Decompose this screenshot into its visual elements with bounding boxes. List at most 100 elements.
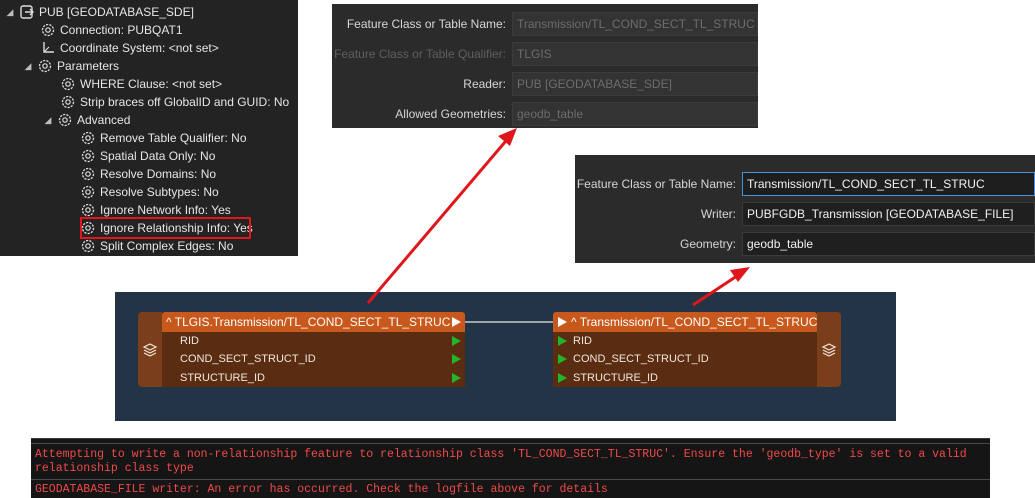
workspace-canvas[interactable]: ^ TLGIS.Transmission/TL_COND_SECT_TL_STR… (115, 292, 896, 421)
allowed-geometries-field[interactable]: geodb_table (512, 102, 758, 126)
tree-label: Remove Table Qualifier: No (100, 131, 247, 145)
tree-item-reader[interactable]: ◢ PUB [GEODATABASE_SDE] (4, 3, 194, 21)
attribute-list: RID COND_SECT_STRUCT_ID STRUCTURE_ID (162, 332, 465, 387)
tree-label: Spatial Data Only: No (100, 149, 216, 163)
feature-type-header[interactable]: ^ TLGIS.Transmission/TL_COND_SECT_TL_STR… (162, 312, 465, 332)
tree-item-coordinate-system[interactable]: Coordinate System: <not set> (40, 39, 219, 57)
qualifier-label: Feature Class or Table Qualifier: (334, 47, 506, 61)
collapse-arrow-icon[interactable]: ◢ (22, 57, 34, 75)
tree-label: Connection: PUBQAT1 (60, 23, 183, 37)
feature-type-title: Transmission/TL_COND_SECT_TL_STRUC (579, 315, 818, 329)
annotation-arrowhead-writer (730, 267, 750, 282)
feature-class-row: Feature Class or Table Name: Transmissio… (575, 172, 1035, 196)
attribute-name: STRUCTURE_ID (573, 371, 658, 384)
attribute-list: RID COND_SECT_STRUCT_ID STRUCTURE_ID (553, 332, 817, 387)
tree-label: Resolve Domains: No (100, 167, 217, 181)
geometry-row: Geometry: geodb_table (575, 232, 1035, 256)
writer-field[interactable]: PUBFGDB_Transmission [GEODATABASE_FILE] (742, 202, 1035, 226)
input-port-icon[interactable] (558, 317, 567, 327)
tree-item-resolve-domains[interactable]: Resolve Domains: No (80, 165, 216, 183)
log-line: Attempting to write a non-relationship f… (35, 448, 967, 461)
gear-icon (40, 22, 56, 38)
attribute-row[interactable]: COND_SECT_STRUCT_ID (162, 350, 465, 368)
tree-label: PUB [GEODATABASE_SDE] (39, 5, 194, 19)
attribute-row[interactable]: STRUCTURE_ID (162, 369, 465, 387)
attribute-name: RID (573, 335, 592, 347)
coordinate-system-icon (40, 40, 56, 56)
attribute-row[interactable]: RID (162, 332, 465, 350)
feature-type-header[interactable]: ^ Transmission/TL_COND_SECT_TL_STRUC (553, 312, 817, 332)
tree-label: Advanced (77, 113, 131, 127)
output-port-icon[interactable] (452, 354, 461, 365)
feature-class-row: Feature Class or Table Name: Transmissio… (332, 12, 758, 36)
reader-label: Reader: (463, 77, 506, 91)
output-port-icon[interactable] (452, 336, 461, 346)
qualifier-row: Feature Class or Table Qualifier: TLGIS (332, 42, 758, 66)
feature-class-label: Feature Class or Table Name: (346, 17, 506, 31)
layers-icon (817, 312, 841, 387)
gear-icon (80, 202, 96, 218)
gear-icon (60, 76, 76, 92)
log-line: GEODATABASE_FILE writer: An error has oc… (35, 483, 608, 496)
log-line: relationship class type (35, 462, 194, 475)
gear-icon (80, 130, 96, 146)
layers-icon (138, 312, 162, 387)
tree-item-connection[interactable]: Connection: PUBQAT1 (40, 21, 183, 39)
tree-item-strip-braces[interactable]: Strip braces off GlobalID and GUID: No (60, 93, 289, 111)
reader-feature-type-dialog: Feature Class or Table Name: Transmissio… (332, 4, 758, 128)
tree-item-split-complex-edges[interactable]: Split Complex Edges: No (80, 237, 233, 255)
reader-feature-type[interactable]: ^ TLGIS.Transmission/TL_COND_SECT_TL_STR… (138, 312, 465, 387)
feature-class-input[interactable]: Transmission/TL_COND_SECT_TL_STRUC (742, 172, 1035, 196)
log-separator (31, 479, 990, 480)
writer-feature-type[interactable]: ^ Transmission/TL_COND_SECT_TL_STRUC RID… (553, 312, 841, 387)
input-port-icon[interactable] (558, 336, 567, 346)
writer-feature-type-dialog: Feature Class or Table Name: Transmissio… (575, 155, 1035, 263)
geometry-field[interactable]: geodb_table (742, 232, 1035, 256)
attribute-name: STRUCTURE_ID (180, 371, 265, 384)
geometry-label: Geometry: (679, 237, 736, 251)
output-port-icon[interactable] (452, 372, 461, 383)
tree-label: Resolve Subtypes: No (100, 185, 219, 199)
feature-type-title: TLGIS.Transmission/TL_COND_SECT_TL_STRUC (174, 315, 451, 329)
tree-label: WHERE Clause: <not set> (80, 77, 223, 91)
qualifier-field[interactable]: TLGIS (512, 42, 758, 66)
annotation-arrow-reader (366, 134, 513, 304)
feature-class-label: Feature Class or Table Name: (576, 177, 736, 191)
tree-item-parameters[interactable]: ◢ Parameters (22, 57, 120, 75)
reader-row: Reader: PUB [GEODATABASE_SDE] (332, 72, 758, 96)
tree-item-advanced[interactable]: ◢ Advanced (42, 111, 131, 129)
allowed-geometries-row: Allowed Geometries: geodb_table (332, 102, 758, 126)
database-reader-icon (19, 4, 35, 20)
gear-icon (57, 112, 73, 128)
tree-item-resolve-subtypes[interactable]: Resolve Subtypes: No (80, 183, 219, 201)
output-port-icon[interactable] (452, 317, 461, 327)
tree-item-spatial-data-only[interactable]: Spatial Data Only: No (80, 147, 215, 165)
log-separator (31, 443, 990, 444)
tree-label: Strip braces off GlobalID and GUID: No (80, 95, 290, 109)
log-panel: Attempting to write a non-relationship f… (31, 438, 990, 498)
feature-class-field[interactable]: Transmission/TL_COND_SECT_TL_STRUC (512, 12, 758, 36)
tree-item-remove-table-qualifier[interactable]: Remove Table Qualifier: No (80, 129, 247, 147)
tree-label: Coordinate System: <not set> (60, 41, 219, 55)
attribute-row[interactable]: STRUCTURE_ID (553, 369, 817, 387)
allowed-geometries-label: Allowed Geometries: (395, 107, 506, 121)
attribute-row[interactable]: RID (553, 332, 817, 350)
collapse-arrow-icon[interactable]: ◢ (4, 3, 16, 21)
input-port-icon[interactable] (558, 354, 567, 365)
collapse-arrow-icon[interactable]: ◢ (42, 111, 54, 129)
tree-label: Parameters (57, 59, 120, 73)
attribute-row[interactable]: COND_SECT_STRUCT_ID (553, 350, 817, 368)
input-port-icon[interactable] (558, 372, 567, 383)
writer-label: Writer: (700, 207, 736, 221)
tree-item-where-clause[interactable]: WHERE Clause: <not set> (60, 75, 222, 93)
attribute-name: COND_SECT_STRUCT_ID (180, 353, 316, 366)
highlight-box (80, 217, 251, 239)
attribute-name: RID (180, 335, 199, 347)
gear-icon (80, 166, 96, 182)
gear-icon (80, 184, 96, 200)
collapse-caret-icon[interactable]: ^ (166, 315, 172, 329)
annotation-arrowhead-reader (498, 128, 517, 146)
attribute-name: COND_SECT_STRUCT_ID (573, 353, 709, 366)
gear-icon (60, 94, 76, 110)
reader-field[interactable]: PUB [GEODATABASE_SDE] (512, 72, 758, 96)
